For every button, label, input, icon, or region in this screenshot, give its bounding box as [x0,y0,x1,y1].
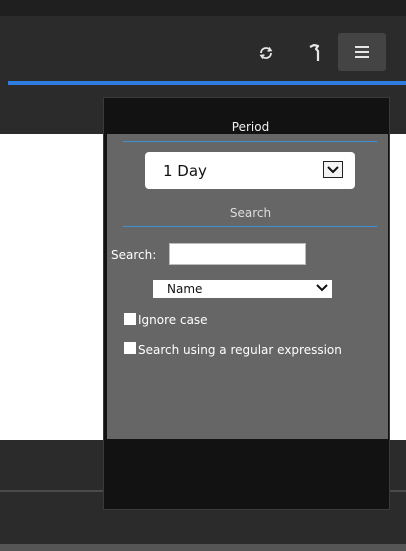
settings-button[interactable] [304,40,326,66]
top-strip [0,0,406,16]
ignore-case-label[interactable]: Ignore case [138,313,208,327]
ignore-case-checkbox[interactable] [124,313,136,325]
search-field-select[interactable]: Name [153,280,332,298]
period-select-value: 1 Day [163,161,207,180]
search-section-divider [123,226,377,227]
refresh-button[interactable] [253,40,279,66]
menu-button[interactable] [338,33,386,71]
hamburger-menu-icon [355,46,369,58]
period-select[interactable]: 1 Day [145,152,355,189]
chevron-down-icon [315,281,329,295]
bottom-strip [0,544,406,551]
regex-label[interactable]: Search using a regular expression [138,343,342,357]
search-section-title: Search [229,206,272,220]
wrench-icon [309,44,320,61]
period-section-divider [123,141,377,142]
search-input[interactable] [169,243,306,265]
period-section-title: Period [231,120,270,134]
regex-checkbox[interactable] [124,342,136,354]
search-field-select-value: Name [167,282,203,296]
search-label: Search: [111,248,157,262]
chevron-down-icon [323,161,343,178]
refresh-icon [259,47,273,59]
